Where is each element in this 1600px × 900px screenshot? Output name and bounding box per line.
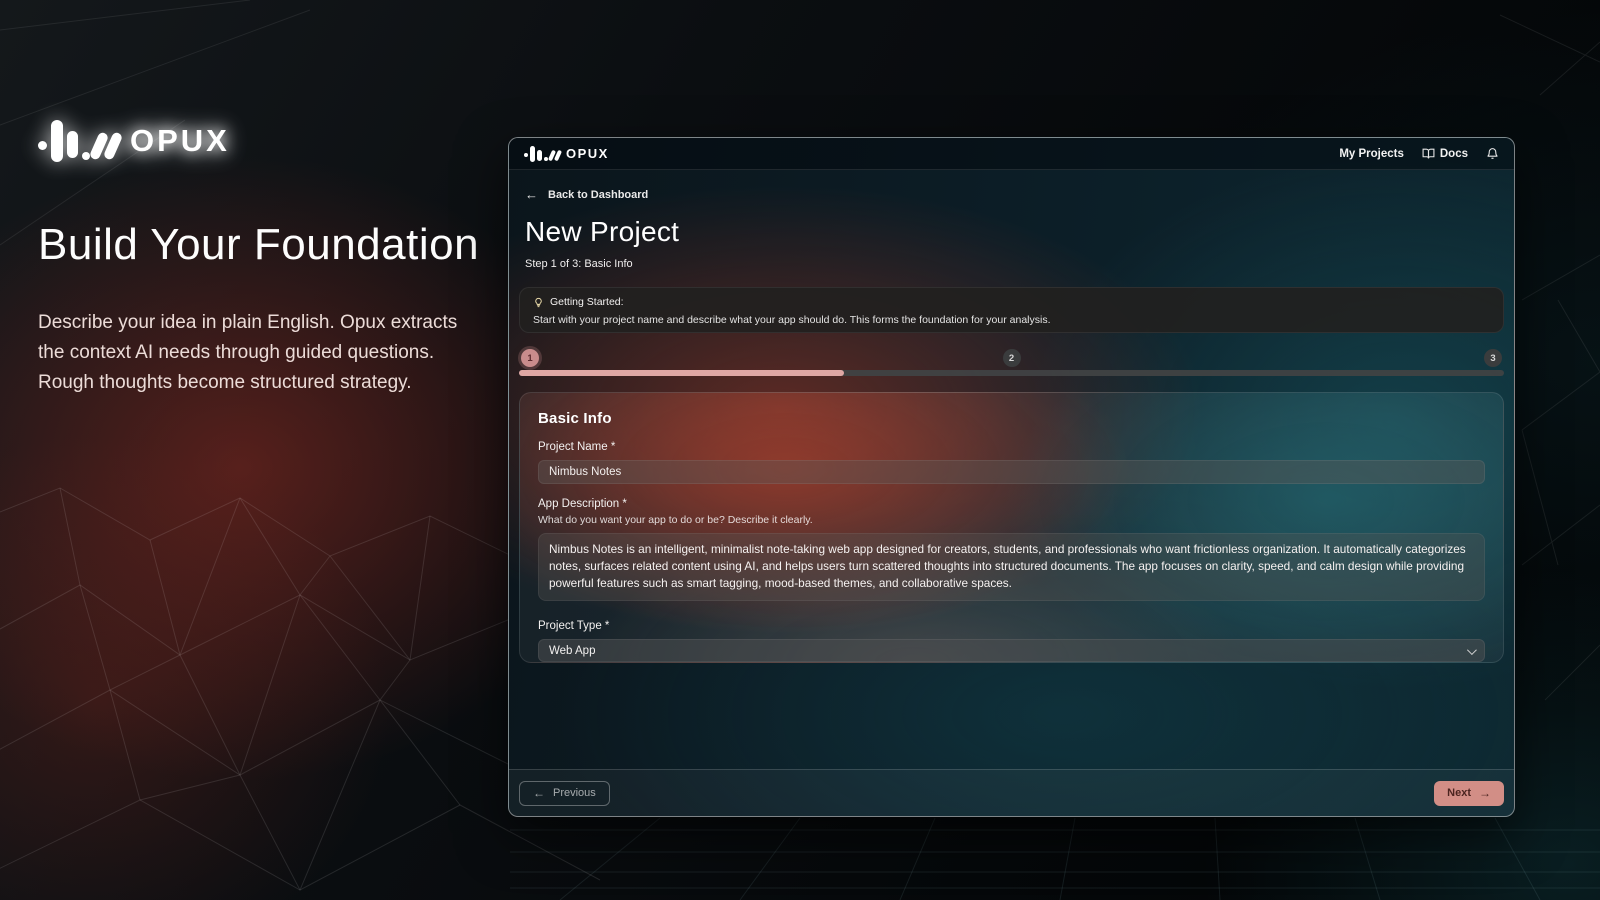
step-indicator-3[interactable]: 3: [1484, 349, 1502, 367]
previous-button[interactable]: ← Previous: [519, 781, 610, 806]
stepper: 1 2 3: [519, 349, 1504, 367]
callout-title-row: Getting Started:: [533, 296, 1490, 308]
page-headline: Build Your Foundation: [38, 220, 479, 270]
opux-logo-text: OPUX: [130, 123, 230, 159]
bell-icon: [1486, 147, 1499, 160]
step-indicator-1[interactable]: 1: [521, 349, 539, 367]
app-logo-text: OPUX: [566, 146, 609, 161]
back-to-dashboard-link[interactable]: ← Back to Dashboard: [525, 187, 648, 202]
chevron-down-icon: [1467, 645, 1477, 655]
card-title: Basic Info: [538, 410, 1485, 427]
progress-bar-track: [519, 370, 1504, 376]
app-window: OPUX My Projects Docs: [508, 137, 1515, 817]
opux-logo-icon: [38, 120, 118, 162]
page-background: OPUX Build Your Foundation Describe your…: [0, 0, 1600, 900]
arrow-left-icon: ←: [533, 786, 545, 800]
project-name-label: Project Name *: [538, 441, 1485, 453]
step-indicator-2[interactable]: 2: [1003, 349, 1021, 367]
book-icon: [1422, 147, 1435, 160]
next-button[interactable]: Next →: [1434, 781, 1504, 806]
opux-logo-icon: [524, 146, 560, 162]
app-description-textarea[interactable]: Nimbus Notes is an intelligent, minimali…: [538, 533, 1485, 601]
page-description: Describe your idea in plain English. Opu…: [38, 308, 474, 398]
back-arrow-icon: ←: [525, 187, 538, 202]
nav-docs[interactable]: Docs: [1422, 147, 1468, 160]
wizard-footer: ← Previous Next →: [509, 769, 1514, 816]
opux-logo: OPUX: [38, 120, 230, 162]
callout-title: Getting Started:: [550, 296, 624, 308]
nav-my-projects[interactable]: My Projects: [1339, 148, 1404, 160]
getting-started-callout: Getting Started: Start with your project…: [519, 287, 1504, 333]
back-link-label: Back to Dashboard: [548, 189, 648, 201]
step-progress-label: Step 1 of 3: Basic Info: [525, 258, 633, 270]
project-name-input[interactable]: [538, 460, 1485, 484]
header-nav: My Projects Docs: [1339, 147, 1499, 160]
lightbulb-icon: [533, 297, 544, 308]
project-type-label: Project Type *: [538, 620, 1485, 632]
app-description-label: App Description *: [538, 498, 1485, 510]
arrow-right-icon: →: [1479, 786, 1491, 800]
page-title: New Project: [525, 216, 679, 248]
app-logo[interactable]: OPUX: [524, 146, 609, 162]
previous-label: Previous: [553, 787, 596, 799]
project-type-value: Web App: [549, 645, 595, 657]
my-projects-label: My Projects: [1339, 148, 1404, 160]
project-type-select[interactable]: Web App: [538, 639, 1485, 662]
app-description-helper: What do you want your app to do or be? D…: [538, 514, 1485, 526]
docs-label: Docs: [1440, 148, 1468, 160]
callout-body: Start with your project name and describ…: [533, 314, 1490, 326]
app-header: OPUX My Projects Docs: [509, 138, 1514, 170]
basic-info-card: Basic Info Project Name * App Descriptio…: [519, 392, 1504, 663]
next-label: Next: [1447, 787, 1471, 799]
notifications-button[interactable]: [1486, 147, 1499, 160]
progress-fill: [519, 370, 844, 376]
